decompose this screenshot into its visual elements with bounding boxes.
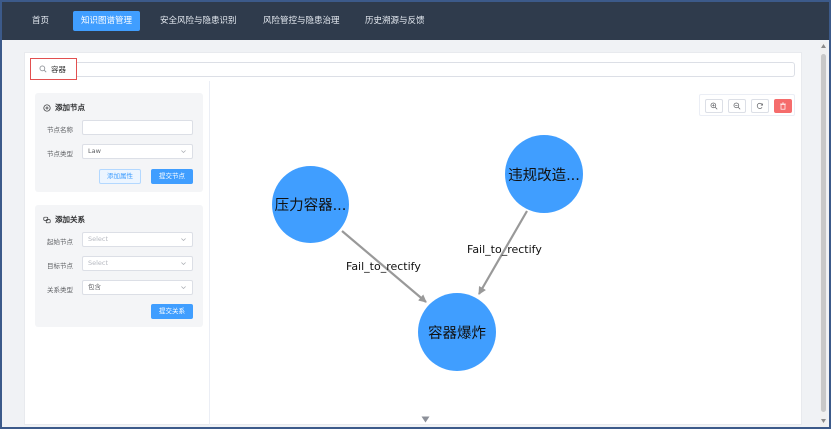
add-relation-panel: 添加关系 起始节点 Select 目标节点 Select 关系类型 包含 提交关…: [35, 205, 203, 327]
search-value: 容器: [51, 65, 66, 74]
relation-type-select[interactable]: 包含: [82, 280, 193, 295]
graph-node-illegal-modification[interactable]: 违规改造...: [505, 135, 583, 213]
start-node-label: 起始节点: [47, 238, 73, 246]
collapse-down-icon[interactable]: [421, 416, 430, 423]
scroll-down-icon[interactable]: [820, 418, 827, 424]
add-node-panel: 添加节点 节点名称 节点类型 Law 添加属性 提交节点: [35, 93, 203, 192]
submit-node-button[interactable]: 提交节点: [151, 169, 193, 184]
top-navigation: 首页 知识图谱管理 安全风险与隐患识别 风险管控与隐患治理 历史溯源与反馈: [2, 2, 829, 40]
relation-type-label: 关系类型: [47, 286, 73, 294]
submit-relation-button[interactable]: 提交关系: [151, 304, 193, 319]
refresh-icon: [756, 102, 764, 109]
vertical-scrollbar[interactable]: [820, 42, 827, 427]
delete-button[interactable]: [774, 99, 792, 113]
zoom-out-icon: [733, 102, 741, 110]
graph-node-vessel-explosion[interactable]: 容器爆炸: [418, 293, 496, 371]
node-name-input[interactable]: [82, 120, 193, 135]
add-node-title: 添加节点: [43, 102, 85, 113]
add-node-title-text: 添加节点: [55, 103, 85, 112]
zoom-out-button[interactable]: [728, 99, 746, 113]
graph-canvas[interactable]: 压力容器... 违规改造... 容器爆炸 Fail_to_rectify Fai…: [211, 81, 802, 425]
add-attribute-button[interactable]: 添加属性: [99, 169, 141, 184]
link-icon: [43, 216, 51, 223]
graph-toolbar: [699, 94, 795, 116]
search-bar[interactable]: [77, 62, 795, 77]
node-type-value: Law: [88, 147, 101, 155]
nav-item-knowledge-graph[interactable]: 知识图谱管理: [73, 11, 141, 31]
nav-item-history[interactable]: 历史溯源与反馈: [357, 11, 433, 31]
nav-item-home[interactable]: 首页: [24, 11, 57, 31]
relation-type-value: 包含: [88, 283, 101, 291]
node-type-label: 节点类型: [47, 150, 73, 158]
add-relation-title-text: 添加关系: [55, 215, 85, 224]
nav-item-risk-control[interactable]: 风险管控与隐患治理: [255, 11, 348, 31]
nav-item-risk-identification[interactable]: 安全风险与隐患识别: [152, 11, 245, 31]
node-type-select[interactable]: Law: [82, 144, 193, 159]
refresh-button[interactable]: [751, 99, 769, 113]
zoom-in-icon: [710, 102, 718, 110]
start-node-placeholder: Select: [88, 235, 109, 243]
scroll-up-icon[interactable]: [820, 43, 827, 49]
chevron-down-icon: [181, 150, 186, 154]
app-frame: 首页 知识图谱管理 安全风险与隐患识别 风险管控与隐患治理 历史溯源与反馈 容器: [0, 0, 831, 429]
search-input[interactable]: 容器: [30, 58, 77, 80]
main-card: 容器 添加节点 节点名称 节点类型 Law 添加属性 提交节点 添加关系 起始节…: [24, 52, 802, 425]
graph-node-pressure-vessel[interactable]: 压力容器...: [272, 166, 349, 243]
target-node-placeholder: Select: [88, 259, 109, 267]
chevron-down-icon: [181, 286, 186, 290]
chevron-down-icon: [181, 262, 186, 266]
plus-circle-icon: [43, 103, 51, 112]
add-relation-title: 添加关系: [43, 214, 85, 225]
graph-edge-label: Fail_to_rectify: [467, 243, 542, 256]
node-name-label: 节点名称: [47, 126, 73, 134]
delete-icon: [780, 102, 786, 110]
target-node-select[interactable]: Select: [82, 256, 193, 271]
start-node-select[interactable]: Select: [82, 232, 193, 247]
chevron-down-icon: [181, 238, 186, 242]
zoom-in-button[interactable]: [705, 99, 723, 113]
graph-edge-label: Fail_to_rectify: [346, 260, 421, 273]
scrollbar-thumb[interactable]: [821, 54, 826, 412]
target-node-label: 目标节点: [47, 262, 73, 270]
left-panel: 添加节点 节点名称 节点类型 Law 添加属性 提交节点 添加关系 起始节点 S…: [25, 81, 210, 425]
search-icon: [39, 65, 47, 73]
